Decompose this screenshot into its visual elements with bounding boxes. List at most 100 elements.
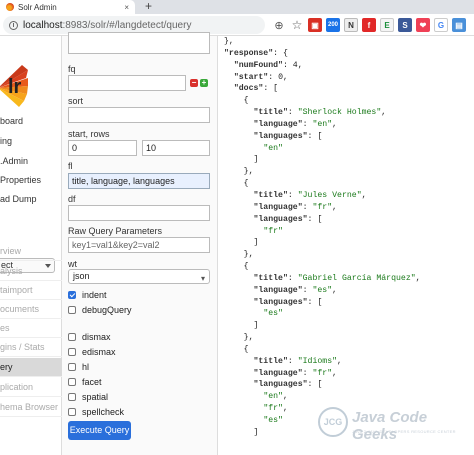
- fl-input[interactable]: title, language, languages: [68, 173, 210, 189]
- extension-g-icon[interactable]: G: [434, 18, 448, 32]
- json-line: "languages": [: [253, 297, 323, 307]
- zoom-icon[interactable]: ⊕: [272, 18, 286, 32]
- facet-label: facet: [82, 377, 102, 387]
- browser-tab[interactable]: Solr Admin ×: [0, 0, 135, 14]
- extension-200-icon[interactable]: 200: [326, 18, 340, 32]
- json-line: "numFound": 4,: [233, 60, 303, 70]
- tab-title: Solr Admin: [18, 2, 57, 12]
- wt-select[interactable]: json ▾: [68, 269, 210, 284]
- json-line: {: [224, 179, 249, 189]
- json-line: },: [224, 37, 234, 46]
- edismax-label: edismax: [82, 347, 116, 357]
- checkbox-icon[interactable]: [68, 348, 76, 356]
- extension-pocket-icon[interactable]: ❤: [416, 18, 430, 32]
- chevron-down-icon: ▾: [200, 274, 205, 283]
- json-line: "title": "Jules Verne",: [253, 190, 367, 200]
- rows-input[interactable]: 10: [142, 140, 210, 156]
- json-line: {: [224, 262, 249, 272]
- spatial-checkbox[interactable]: spatial: [68, 392, 108, 402]
- json-line: ]: [224, 321, 259, 331]
- core-nav-documents[interactable]: ocuments: [0, 300, 62, 319]
- json-line: },: [224, 333, 254, 343]
- response-panel: }, "response": { "numFound": 4, "start": …: [218, 36, 474, 455]
- core-nav-files[interactable]: es: [0, 319, 62, 338]
- spellcheck-checkbox[interactable]: spellcheck: [68, 407, 124, 417]
- new-tab-button[interactable]: +: [145, 0, 152, 13]
- json-line: "es": [263, 309, 283, 319]
- solr-sidebar: lr board ing .Admin Properties ad Dump e…: [0, 36, 62, 455]
- start-input[interactable]: 0: [68, 140, 137, 156]
- edismax-checkbox[interactable]: edismax: [68, 347, 116, 357]
- indent-label: indent: [82, 290, 107, 300]
- json-line: "language": "es",: [253, 285, 338, 295]
- watermark-brand: Java Code Geeks: [352, 409, 428, 443]
- nav-dashboard[interactable]: board: [0, 112, 62, 131]
- raw-query-input[interactable]: key1=val1&key2=val2: [68, 237, 210, 253]
- hl-checkbox[interactable]: hl: [68, 362, 89, 372]
- core-nav-plugins-stats[interactable]: gins / Stats: [0, 338, 62, 357]
- add-fq-button[interactable]: +: [200, 79, 208, 87]
- checkbox-icon[interactable]: [68, 306, 76, 314]
- tab-close-icon[interactable]: ×: [124, 3, 129, 12]
- checkbox-checked-icon[interactable]: [68, 291, 76, 299]
- json-line: },: [224, 167, 254, 177]
- wt-label: wt: [68, 259, 77, 269]
- json-line: "en",: [263, 392, 288, 402]
- extension-s-icon[interactable]: S: [398, 18, 412, 32]
- json-line: {: [224, 96, 249, 106]
- json-line: {: [224, 344, 249, 354]
- checkbox-icon[interactable]: [68, 378, 76, 386]
- core-nav-replication[interactable]: plication: [0, 378, 62, 397]
- json-line: "title": "Sherlock Holmes",: [253, 108, 387, 118]
- fq-label: fq: [68, 64, 76, 74]
- json-line: "language": "en",: [253, 119, 338, 129]
- debugquery-label: debugQuery: [82, 305, 132, 315]
- sort-input[interactable]: [68, 107, 210, 123]
- nav-thread-dump[interactable]: ad Dump: [0, 190, 62, 209]
- json-line: "docs": [: [233, 84, 279, 94]
- extension-flipboard-icon[interactable]: f: [362, 18, 376, 32]
- core-nav-schema-browser[interactable]: hema Browser: [0, 398, 62, 417]
- site-info-icon[interactable]: [9, 20, 18, 30]
- bookmark-star-icon[interactable]: ☆: [290, 18, 304, 32]
- watermark: JCG Java Code Geeks JAVA 2 JAVA DEVELOPE…: [318, 405, 458, 443]
- df-input[interactable]: [68, 205, 210, 221]
- extension-blue-icon[interactable]: ▤: [452, 18, 466, 32]
- extension-e-icon[interactable]: E: [380, 18, 394, 32]
- spellcheck-label: spellcheck: [82, 407, 125, 417]
- q-textarea[interactable]: [68, 32, 210, 54]
- start-rows-label: start, rows: [68, 129, 110, 139]
- checkbox-icon[interactable]: [68, 408, 76, 416]
- debugquery-checkbox[interactable]: debugQuery: [68, 305, 132, 315]
- execute-query-button[interactable]: Execute Query: [68, 421, 131, 440]
- indent-checkbox[interactable]: indent: [68, 290, 107, 300]
- nav-logging[interactable]: ing: [0, 132, 62, 151]
- checkbox-icon[interactable]: [68, 333, 76, 341]
- sort-label: sort: [68, 96, 84, 106]
- fl-label: fl: [68, 161, 73, 171]
- extension-red-icon[interactable]: ▣: [308, 18, 322, 32]
- core-nav-query[interactable]: ery: [0, 358, 62, 377]
- checkbox-icon[interactable]: [68, 393, 76, 401]
- json-line: "language": "fr",: [253, 202, 338, 212]
- jcg-badge-icon: JCG: [318, 407, 348, 437]
- extension-n-icon[interactable]: N: [344, 18, 358, 32]
- json-line: ]: [224, 238, 259, 248]
- wt-select-value: json: [73, 271, 90, 281]
- checkbox-icon[interactable]: [68, 363, 76, 371]
- json-line: "languages": [: [253, 131, 323, 141]
- core-nav-analysis[interactable]: alysis: [0, 262, 62, 281]
- facet-checkbox[interactable]: facet: [68, 377, 102, 387]
- dismax-checkbox[interactable]: dismax: [68, 332, 111, 342]
- remove-fq-button[interactable]: −: [190, 79, 198, 87]
- core-nav-dataimport[interactable]: taimport: [0, 281, 62, 300]
- toolbar-icons: ⊕ ☆ ▣ 200 N f E S ❤ G ▤: [272, 17, 466, 33]
- spatial-label: spatial: [82, 392, 109, 402]
- hl-label: hl: [82, 362, 90, 372]
- address-url: localhost:8983/solr/#/langdetect/query: [23, 20, 191, 31]
- query-form: fq − + sort start, rows 0 10 fl title, l…: [62, 32, 218, 455]
- nav-java-properties[interactable]: Properties: [0, 171, 62, 190]
- core-nav-overview[interactable]: rview: [0, 242, 62, 261]
- fq-input[interactable]: [68, 75, 186, 91]
- nav-core-admin[interactable]: .Admin: [0, 152, 62, 171]
